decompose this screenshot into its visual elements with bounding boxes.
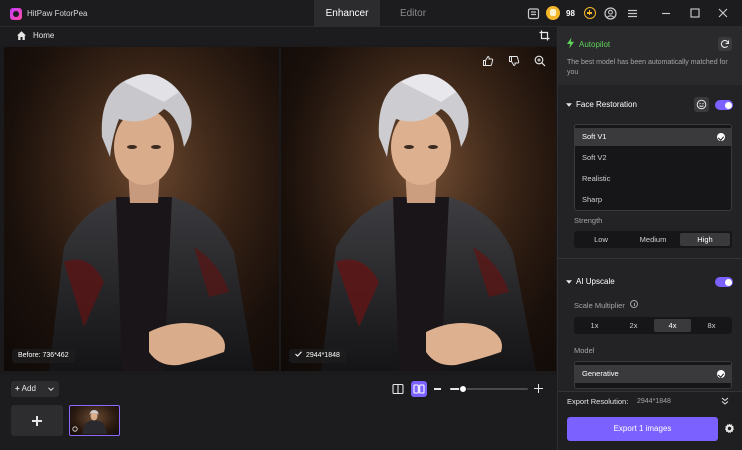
face-model-list: Soft V1 Soft V2 Realistic Sharp bbox=[574, 124, 732, 211]
scale-4x[interactable]: 4x bbox=[654, 319, 691, 332]
menu-icon[interactable] bbox=[626, 7, 639, 20]
autopilot-description: The best model has been automatically ma… bbox=[567, 59, 728, 76]
after-size-label: 2944*1848 bbox=[289, 349, 346, 363]
section-divider bbox=[558, 258, 742, 259]
scale-2x[interactable]: 2x bbox=[615, 319, 652, 332]
refresh-button[interactable] bbox=[718, 37, 732, 51]
maximize-icon[interactable] bbox=[688, 6, 702, 20]
model-label: Model bbox=[574, 346, 595, 355]
double-chevron-down-icon[interactable] bbox=[720, 396, 730, 406]
check-circle-icon bbox=[717, 370, 725, 378]
credits-count: 98 bbox=[566, 9, 575, 18]
plus-icon: + bbox=[15, 384, 20, 393]
account-icon[interactable] bbox=[604, 7, 617, 20]
check-icon bbox=[295, 351, 302, 357]
buy-credits-icon[interactable] bbox=[584, 7, 596, 19]
feedback-toolbar bbox=[482, 55, 548, 69]
add-label: Add bbox=[21, 384, 36, 393]
before-size-label: Before: 736*462 bbox=[12, 349, 75, 363]
settings-panel: Autopilot The best model has been automa… bbox=[557, 27, 742, 450]
upscale-model-generative[interactable]: Generative bbox=[575, 365, 731, 383]
face-icon bbox=[696, 99, 707, 110]
face-restoration-toggle[interactable] bbox=[715, 100, 733, 110]
export-resolution-label: Export Resolution: bbox=[567, 397, 629, 406]
app-title: HitPaw FotorPea bbox=[27, 9, 88, 18]
face-model-soft-v1[interactable]: Soft V1 bbox=[575, 128, 731, 146]
export-footer: Export Resolution: 2944*1848 Export 1 im… bbox=[558, 391, 742, 450]
after-size-text: 2944*1848 bbox=[306, 352, 340, 359]
home-link[interactable]: Home bbox=[33, 31, 54, 40]
strength-high[interactable]: High bbox=[680, 233, 730, 246]
export-button[interactable]: Export 1 images bbox=[567, 417, 718, 441]
autopilot-title: Autopilot bbox=[579, 40, 611, 49]
check-circle-icon bbox=[717, 133, 725, 141]
split-view-icon[interactable] bbox=[390, 381, 406, 397]
close-icon[interactable] bbox=[716, 6, 730, 20]
zoom-in-button[interactable] bbox=[534, 384, 543, 393]
face-settings-button[interactable] bbox=[694, 97, 709, 112]
strength-medium[interactable]: Medium bbox=[628, 233, 678, 246]
zoom-in-icon[interactable] bbox=[534, 55, 546, 67]
refresh-icon bbox=[720, 39, 730, 49]
gift-box-icon[interactable] bbox=[527, 7, 540, 20]
zoom-out-button[interactable] bbox=[434, 388, 441, 390]
compare-view: Before: 736*462 2944*1848 bbox=[4, 47, 556, 371]
chevron-down-icon bbox=[566, 103, 572, 107]
side-by-side-icon[interactable] bbox=[411, 381, 427, 397]
portrait-illustration bbox=[4, 47, 279, 371]
face-model-realistic[interactable]: Realistic bbox=[575, 170, 731, 188]
bottom-toolbar: + Add bbox=[0, 375, 557, 450]
tab-editor[interactable]: Editor bbox=[380, 0, 446, 27]
strength-selector: Low Medium High bbox=[574, 231, 732, 248]
home-icon[interactable] bbox=[16, 30, 27, 41]
breadcrumb: Home bbox=[0, 27, 557, 45]
info-icon[interactable] bbox=[630, 300, 638, 308]
minimize-icon[interactable] bbox=[659, 6, 673, 20]
add-image-button[interactable] bbox=[11, 405, 63, 436]
face-restoration-title: Face Restoration bbox=[576, 100, 637, 109]
before-image[interactable]: Before: 736*462 bbox=[4, 47, 279, 371]
ai-upscale-title: AI Upscale bbox=[576, 277, 615, 286]
strength-low[interactable]: Low bbox=[576, 233, 626, 246]
thumbs-down-icon[interactable] bbox=[508, 55, 520, 67]
image-thumbnail[interactable] bbox=[69, 405, 120, 436]
app-logo-icon bbox=[10, 8, 22, 20]
chevron-down-icon bbox=[48, 387, 54, 392]
thumbnail-preview bbox=[72, 410, 107, 434]
zoom-slider[interactable] bbox=[450, 384, 528, 393]
thumbs-up-icon[interactable] bbox=[482, 55, 494, 67]
gear-icon[interactable] bbox=[724, 423, 735, 434]
scale-multiplier-label: Scale Multiplier bbox=[574, 301, 625, 310]
enhanced-portrait-illustration bbox=[281, 47, 556, 371]
chevron-down-icon bbox=[566, 280, 572, 284]
title-bar: HitPaw FotorPea Enhancer Editor 98 bbox=[0, 0, 742, 27]
add-dropdown-button[interactable]: + Add bbox=[11, 381, 59, 397]
after-image[interactable]: 2944*1848 bbox=[281, 47, 556, 371]
scale-8x[interactable]: 8x bbox=[693, 319, 730, 332]
autopilot-card: Autopilot The best model has been automa… bbox=[558, 27, 742, 85]
strength-label: Strength bbox=[574, 216, 603, 225]
crop-icon[interactable] bbox=[539, 30, 550, 41]
zoom-slider-handle[interactable] bbox=[459, 384, 467, 393]
lightning-bolt-icon bbox=[567, 37, 574, 49]
face-model-sharp[interactable]: Sharp bbox=[575, 191, 731, 209]
face-model-soft-v2[interactable]: Soft V2 bbox=[575, 149, 731, 167]
upscale-model-list: Generative bbox=[574, 361, 732, 389]
tab-enhancer[interactable]: Enhancer bbox=[314, 0, 380, 27]
ai-upscale-toggle[interactable] bbox=[715, 277, 733, 287]
export-resolution-value: 2944*1848 bbox=[637, 398, 671, 405]
scale-selector: 1x 2x 4x 8x bbox=[574, 317, 732, 334]
scale-1x[interactable]: 1x bbox=[576, 319, 613, 332]
credits-coin-icon bbox=[546, 6, 560, 20]
